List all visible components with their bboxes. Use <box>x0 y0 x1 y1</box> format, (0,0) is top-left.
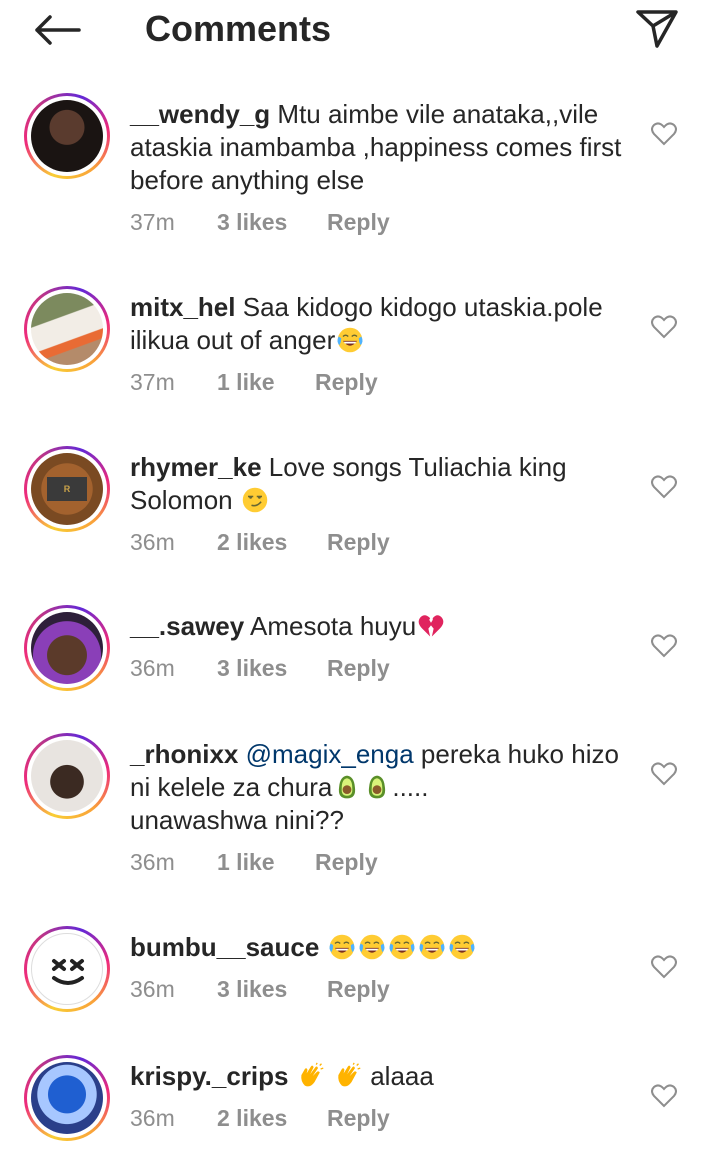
comment-text: krispy._crips alaaa <box>130 1060 630 1093</box>
share-button[interactable] <box>633 6 681 50</box>
page-title: Comments <box>145 8 332 49</box>
comment-body: Amesota huyu <box>250 611 417 641</box>
avatar[interactable] <box>24 733 110 819</box>
marshmello-avatar-icon <box>52 959 84 985</box>
comment-time: 36m <box>130 849 175 875</box>
comment-time: 36m <box>130 976 175 1002</box>
comment-time: 36m <box>130 529 175 555</box>
comment-username[interactable]: bumbu__sauce <box>130 932 319 962</box>
comment-likes[interactable]: 3 likes <box>217 976 287 1003</box>
comment-username[interactable]: _rhonixx <box>130 739 238 769</box>
laughing-crying-emoji <box>328 933 356 961</box>
comment-time: 37m <box>130 369 175 395</box>
comment-text: mitx_hel Saa kidogo kidogo utaskia.pole … <box>130 291 630 357</box>
comment-time: 37m <box>130 209 175 235</box>
reply-button[interactable]: Reply <box>327 209 390 236</box>
reply-button[interactable]: Reply <box>315 849 378 876</box>
clapping-hands-emoji <box>297 1062 325 1090</box>
reply-button[interactable]: Reply <box>327 1105 390 1132</box>
reply-button[interactable]: Reply <box>327 655 390 682</box>
laughing-crying-emoji <box>336 326 364 354</box>
reply-button[interactable]: Reply <box>327 976 390 1003</box>
clapping-hands-emoji <box>334 1062 362 1090</box>
comment-body: alaaa <box>370 1061 434 1091</box>
back-button[interactable] <box>30 10 84 50</box>
comment-username[interactable]: __wendy_g <box>130 99 270 129</box>
send-paper-plane-icon <box>636 10 678 48</box>
laughing-crying-emoji <box>418 933 446 961</box>
comment-username[interactable]: mitx_hel <box>130 292 236 322</box>
comment-likes[interactable]: 3 likes <box>217 655 287 682</box>
like-heart-icon[interactable] <box>651 315 677 339</box>
laughing-crying-emoji <box>358 933 386 961</box>
comment-time: 36m <box>130 1105 175 1131</box>
avatar[interactable] <box>24 286 110 372</box>
avatar[interactable]: R <box>24 446 110 532</box>
smirk-emoji <box>241 486 269 514</box>
comment-username[interactable]: __.sawey <box>130 611 244 641</box>
avatar[interactable] <box>24 605 110 691</box>
like-heart-icon[interactable] <box>651 475 677 499</box>
comment-text: rhymer_ke Love songs Tuliachia king Solo… <box>130 451 630 517</box>
like-heart-icon[interactable] <box>651 634 677 658</box>
comment-text: __.sawey Amesota huyu <box>130 610 630 643</box>
comment-likes[interactable]: 1 like <box>217 849 275 876</box>
like-heart-icon[interactable] <box>651 955 677 979</box>
comment-text: __wendy_g Mtu aimbe vile anataka,,vile a… <box>130 98 630 197</box>
comment-likes[interactable]: 1 like <box>217 369 275 396</box>
comment-username[interactable]: rhymer_ke <box>130 452 262 482</box>
avocado-emoji <box>333 773 361 801</box>
logo-icon: R <box>47 477 87 501</box>
comment-likes[interactable]: 2 likes <box>217 529 287 556</box>
comment-username[interactable]: krispy._crips <box>130 1061 289 1091</box>
header: Comments <box>0 0 719 60</box>
like-heart-icon[interactable] <box>651 1084 677 1108</box>
reply-button[interactable]: Reply <box>327 529 390 556</box>
like-heart-icon[interactable] <box>651 762 677 786</box>
mention-link[interactable]: @magix_enga <box>246 739 414 769</box>
avocado-emoji <box>363 773 391 801</box>
avatar[interactable] <box>24 1055 110 1141</box>
like-heart-icon[interactable] <box>651 122 677 146</box>
reply-button[interactable]: Reply <box>315 369 378 396</box>
comment-likes[interactable]: 3 likes <box>217 209 287 236</box>
broken-heart-emoji <box>417 612 445 640</box>
laughing-crying-emoji <box>448 933 476 961</box>
laughing-crying-emoji <box>388 933 416 961</box>
avatar[interactable] <box>24 926 110 1012</box>
comment-likes[interactable]: 2 likes <box>217 1105 287 1132</box>
comment-text: bumbu__sauce <box>130 931 630 964</box>
avatar[interactable] <box>24 93 110 179</box>
comment-time: 36m <box>130 655 175 681</box>
comment-text: _rhonixx @magix_enga pereka huko hizo ni… <box>130 738 630 837</box>
arrow-left-icon <box>35 15 81 45</box>
